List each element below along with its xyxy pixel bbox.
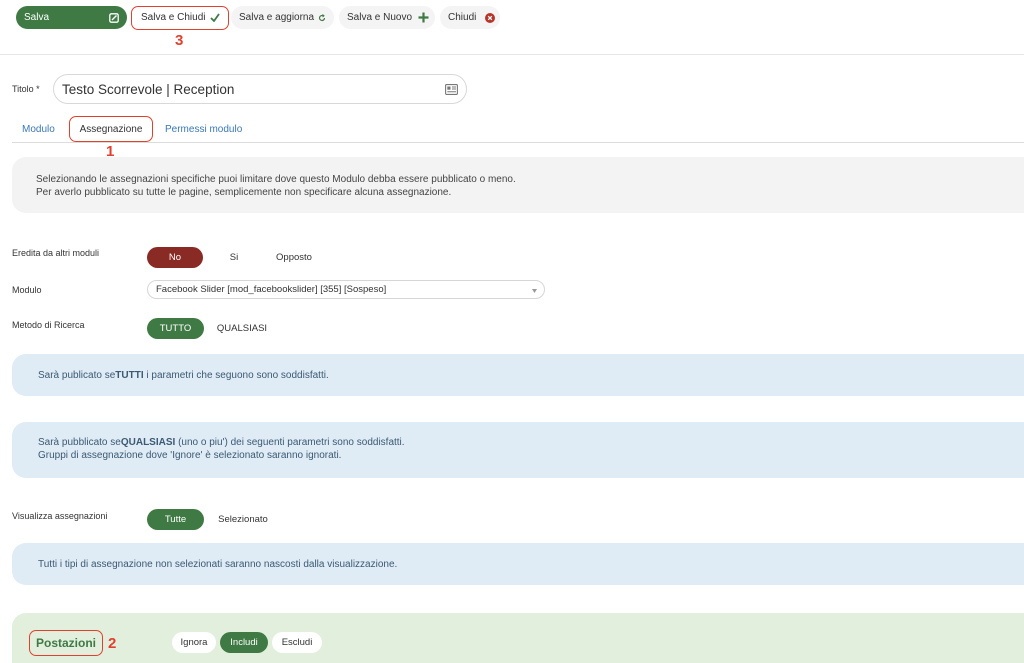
- module-select-label: Modulo: [12, 285, 42, 295]
- refresh-icon: [317, 13, 327, 23]
- save-button[interactable]: Salva: [16, 6, 127, 29]
- save-and-update-label: Salva e aggiorna: [239, 12, 315, 23]
- inherit-yes-label: Si: [229, 252, 239, 263]
- postazioni-title-box: Postazioni: [29, 630, 103, 656]
- inherit-label: Eredita da altri moduli: [12, 248, 100, 258]
- close-button[interactable]: Chiudi: [440, 6, 500, 29]
- edit-icon: [108, 12, 119, 23]
- postazioni-include-toggle[interactable]: Includi: [220, 632, 268, 653]
- close-label: Chiudi: [448, 12, 477, 23]
- view-selected-toggle[interactable]: Selezionato: [207, 509, 279, 530]
- info-all-pre: Sarà publicato se: [38, 370, 116, 381]
- info-any-post: (uno o piu') dei seguenti parametri sono…: [175, 437, 405, 448]
- postazioni-ignore-toggle[interactable]: Ignora: [172, 632, 216, 653]
- search-all-toggle[interactable]: TUTTO: [147, 318, 204, 339]
- module-select-value: Facebook Slider [mod_facebookslider] [35…: [156, 284, 387, 295]
- info-any-bold: QUALSIASI: [120, 437, 176, 448]
- close-circle-icon: [484, 12, 495, 23]
- search-all-label: TUTTO: [159, 323, 192, 334]
- view-assignments-label: Visualizza assegnazioni: [12, 511, 108, 521]
- postazioni-ignore-label: Ignora: [180, 637, 208, 648]
- info-all-post: i parametri che seguono sono soddisfatti…: [143, 370, 329, 381]
- info-hidden-box: Tutti i tipi di assegnazione non selezio…: [12, 543, 1024, 585]
- postazioni-exclude-label: Escludi: [281, 637, 313, 648]
- postazioni-exclude-toggle[interactable]: Escludi: [272, 632, 322, 653]
- save-and-new-button[interactable]: Salva e Nuovo: [339, 6, 435, 29]
- tab-assignment[interactable]: Assegnazione: [69, 116, 153, 142]
- view-selected-label: Selezionato: [218, 514, 268, 525]
- save-and-new-label: Salva e Nuovo: [347, 12, 413, 23]
- id-card-icon: [444, 83, 458, 95]
- view-all-label: Tutte: [164, 514, 187, 525]
- inherit-yes-toggle[interactable]: Si: [206, 247, 262, 268]
- postazioni-include-label: Includi: [230, 637, 258, 648]
- info-any-box: Sarà pubblicato seQUALSIASI (uno o piu')…: [12, 422, 1024, 478]
- inherit-no-toggle[interactable]: No: [147, 247, 203, 268]
- info-any-line-2: Gruppi di assegnazione dove 'Ignore' è s…: [38, 450, 342, 461]
- search-any-toggle[interactable]: QUALSIASI: [207, 318, 277, 339]
- save-label: Salva: [24, 12, 50, 23]
- info-any-pre: Sarà pubblicato se: [38, 437, 121, 448]
- postazioni-panel: [12, 613, 1024, 663]
- intro-line-1: Selezionando le assegnazioni specifiche …: [36, 174, 516, 185]
- search-any-label: QUALSIASI: [216, 323, 268, 334]
- callout-number-2: 2: [108, 635, 117, 652]
- inherit-opposite-label: Opposto: [276, 252, 312, 263]
- tab-module[interactable]: Modulo: [22, 124, 55, 135]
- caret-down-icon: [531, 288, 537, 293]
- info-all-box: Sarà publicato seTUTTI i parametri che s…: [12, 354, 1024, 396]
- info-hidden-text: Tutti i tipi di assegnazione non selezio…: [38, 559, 398, 570]
- inherit-no-label: No: [168, 252, 182, 263]
- tab-permissions[interactable]: Permessi modulo: [165, 124, 242, 135]
- inherit-opposite-toggle[interactable]: Opposto: [265, 247, 323, 268]
- title-input-value: Testo Scorrevole | Reception: [62, 82, 235, 97]
- callout-box-save-close: [131, 6, 229, 30]
- tab-assignment-label: Assegnazione: [79, 123, 143, 135]
- module-select[interactable]: Facebook Slider [mod_facebookslider] [35…: [147, 280, 545, 299]
- intro-line-2: Per averlo pubblicato su tutte le pagine…: [36, 187, 452, 198]
- plus-icon: [417, 11, 429, 23]
- save-and-update-button[interactable]: Salva e aggiorna: [231, 6, 334, 29]
- intro-info-box: Selezionando le assegnazioni specifiche …: [12, 157, 1024, 213]
- tabs-divider: [12, 142, 1024, 143]
- title-input[interactable]: Testo Scorrevole | Reception: [53, 74, 467, 104]
- postazioni-title: Postazioni: [35, 636, 96, 650]
- toolbar-divider: [0, 54, 1024, 55]
- search-method-label: Metodo di Ricerca: [12, 320, 85, 330]
- title-label: Titolo *: [12, 84, 40, 94]
- view-all-toggle[interactable]: Tutte: [147, 509, 204, 530]
- info-all-bold: TUTTI: [115, 370, 144, 381]
- callout-number-3: 3: [175, 32, 184, 49]
